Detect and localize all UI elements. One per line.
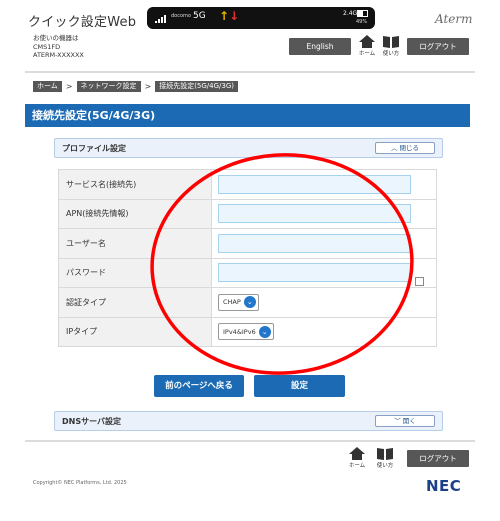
breadcrumb-separator: > (144, 82, 152, 91)
footer-divider (25, 440, 475, 442)
breadcrumb-current: 接続先設定(5G/4G/3G) (155, 81, 239, 92)
carrier-name: docomo (171, 13, 191, 19)
home-label: ホーム (358, 51, 376, 57)
guide-label: 使い方 (382, 51, 400, 57)
ip-type-select[interactable]: IPv4&IPv6 ⌄ (218, 323, 274, 341)
footer-home-button[interactable]: ホーム (346, 447, 368, 469)
chevron-down-icon: ⌄ (258, 325, 271, 338)
auth-type-select[interactable]: CHAP ⌄ (218, 293, 259, 311)
expand-label: 開く (402, 417, 416, 425)
table-row: ユーザー名 (58, 228, 437, 259)
status-bar: docomo 5G ↑↓ 2.4G 49% (147, 7, 375, 29)
dns-expand-button[interactable]: ﹀ 開く (375, 415, 435, 427)
home-button[interactable]: ホーム (356, 35, 378, 57)
breadcrumb-separator: > (65, 82, 73, 91)
dns-section-title: DNSサーバ設定 (62, 417, 122, 426)
device-label: お使いの機器は (33, 34, 79, 42)
password-input[interactable] (218, 263, 411, 283)
breadcrumb: ホーム > ネットワーク設定 > 接続先設定(5G/4G/3G) (33, 81, 239, 92)
guide-button[interactable]: 使い方 (380, 35, 402, 57)
show-password-checkbox[interactable] (415, 277, 424, 286)
footer-home-label: ホーム (348, 463, 366, 469)
back-button[interactable]: 前のページへ戻る (154, 375, 244, 397)
footer-logout-button[interactable]: ログアウト (407, 450, 469, 467)
table-row: パスワード (58, 257, 437, 288)
auth-type-value: CHAP (223, 298, 241, 307)
footer-guide-label: 使い方 (376, 463, 394, 469)
english-button[interactable]: English (289, 38, 351, 55)
band-label: 2.4G (343, 10, 358, 17)
device-id: ATERM-XXXXXX (33, 51, 84, 59)
profile-form: サービス名(接続先) APN(接続先情報) ユーザー名 パスワード 認証タイプ … (58, 169, 437, 347)
set-button[interactable]: 設定 (254, 375, 345, 397)
home-icon (359, 35, 375, 48)
data-traffic-icon: ↑↓ (219, 9, 240, 23)
breadcrumb-home[interactable]: ホーム (33, 81, 62, 92)
ip-type-label: IPタイプ (58, 316, 212, 347)
table-row: APN(接続先情報) (58, 198, 437, 229)
table-row: 認証タイプ CHAP ⌄ (58, 287, 437, 318)
apn-label: APN(接続先情報) (58, 198, 212, 229)
dns-section-header: DNSサーバ設定 ﹀ 開く (54, 411, 443, 431)
profile-section-header: プロファイル設定 ︿ 閉じる (54, 138, 443, 158)
collapse-label: 閉じる (399, 144, 420, 152)
book-icon (383, 36, 399, 48)
auth-type-label: 認証タイプ (58, 287, 212, 318)
home-icon (349, 447, 365, 460)
username-input[interactable] (218, 233, 411, 253)
signal-icon (155, 15, 166, 23)
footer-guide-button[interactable]: 使い方 (374, 447, 396, 469)
username-label: ユーザー名 (58, 228, 212, 259)
chevron-up-icon: ︿ (390, 144, 398, 152)
table-row: サービス名(接続先) (58, 169, 437, 200)
chevron-down-icon: ⌄ (243, 296, 256, 309)
ip-type-value: IPv4&IPv6 (223, 327, 256, 336)
profile-section-title: プロファイル設定 (62, 144, 126, 153)
page-title: 接続先設定(5G/4G/3G) (25, 104, 470, 127)
network-type: 5G (193, 11, 206, 21)
table-row: IPタイプ IPv4&IPv6 ⌄ (58, 316, 437, 347)
breadcrumb-network-settings[interactable]: ネットワーク設定 (76, 81, 141, 92)
battery-percent: 49% (356, 19, 368, 25)
nec-logo: NEC (426, 477, 462, 495)
logout-button[interactable]: ログアウト (407, 38, 469, 55)
service-name-label: サービス名(接続先) (58, 169, 212, 200)
profile-collapse-button[interactable]: ︿ 閉じる (375, 142, 435, 154)
chevron-down-icon: ﹀ (394, 417, 401, 425)
app-title: クイック設定Web (28, 15, 137, 30)
device-info: お使いの機器は CMS1FD ATERM-XXXXXX (33, 34, 84, 60)
apn-input[interactable] (218, 204, 411, 224)
device-model: CMS1FD (33, 42, 61, 51)
book-icon (377, 448, 393, 460)
copyright: Copyright© NEC Platforms, Ltd. 2025 (33, 480, 127, 486)
password-label: パスワード (58, 257, 212, 288)
aterm-logo: Aterm (435, 12, 473, 26)
battery-icon (357, 10, 368, 17)
header-divider (25, 71, 475, 73)
service-name-input[interactable] (218, 174, 411, 194)
